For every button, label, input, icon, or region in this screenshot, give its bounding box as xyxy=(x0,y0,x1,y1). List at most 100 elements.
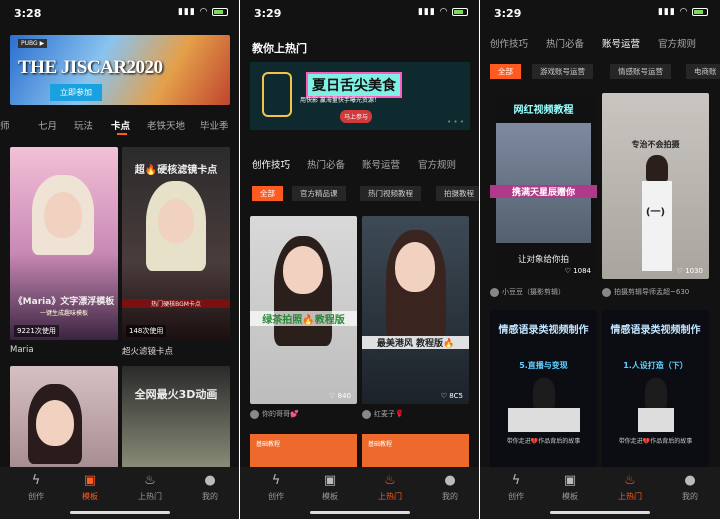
card-caption: 《Maria》文字漂浮模板 xyxy=(13,297,115,307)
card-mid-caption: 携满天星辰赠你 xyxy=(490,185,597,198)
template-card[interactable]: 超🔥硬核滤镜卡点 热门硬核BGM卡点 148次使用 xyxy=(122,147,230,340)
chip-all[interactable]: 全部 xyxy=(252,186,283,201)
card-tag: 基础教程 xyxy=(368,441,393,448)
tab-kadian[interactable]: 卡点 xyxy=(111,118,130,132)
card-bottom-caption: 带你走进💔作品背后的故事 xyxy=(506,438,581,445)
template-icon: ▣ xyxy=(83,473,97,488)
nav-label: 上热门 xyxy=(138,492,162,501)
fire-icon: ♨ xyxy=(144,473,156,488)
bottom-nav: ϟ 创作 ▣ 模板 ♨ 上热门 ● 我的 xyxy=(240,467,480,519)
nav-label: 模板 xyxy=(562,492,578,501)
nav-label: 我的 xyxy=(202,492,218,501)
chip-emotion-account[interactable]: 情感账号运营 xyxy=(610,64,671,79)
desk-shape xyxy=(508,408,580,432)
template-card[interactable] xyxy=(10,366,118,471)
card-title: 情感语录类视频制作 xyxy=(610,325,701,336)
tab-creation-tips[interactable]: 创作技巧 xyxy=(252,157,290,171)
nav-create[interactable]: ϟ 创作 xyxy=(252,473,300,502)
tab-july[interactable]: 七月 xyxy=(38,118,57,132)
nav-me[interactable]: ● 我的 xyxy=(186,473,234,502)
tab-hot-essentials[interactable]: 热门必备 xyxy=(546,36,584,50)
tutorial-card[interactable]: 专治不会拍摄 (一) ♡ 1030 xyxy=(602,93,709,279)
card-label: 超火滤镜卡点 xyxy=(122,347,174,357)
person-icon: ● xyxy=(444,473,456,488)
nav-create[interactable]: ϟ 创作 xyxy=(492,473,540,502)
status-icons: ▮▮▮ ◠ xyxy=(178,7,228,17)
bottom-nav: ϟ 创作 ▣ 模板 ♨ 上热门 ● 我的 xyxy=(480,467,720,519)
phone-screen-templates: 3:28 ▮▮▮ ◠ PUBG ▶ THE JISCAR2020 立即参加 师 … xyxy=(0,0,240,519)
tab-hot-essentials[interactable]: 热门必备 xyxy=(307,157,345,171)
join-button[interactable]: 立即参加 xyxy=(50,84,102,101)
nav-templates[interactable]: ▣ 模板 xyxy=(546,473,594,502)
like-count: ♡ 8C5 xyxy=(440,392,463,400)
card-caption: 最美港风 教程版🔥 xyxy=(362,336,469,349)
banner-title: THE JISCAR2020 xyxy=(18,57,163,78)
carousel-dots: • • • xyxy=(447,118,464,126)
nav-templates[interactable]: ▣ 模板 xyxy=(306,473,354,502)
game-screenshot xyxy=(496,123,591,243)
card-author[interactable]: 小豆豆（摄影剪辑） xyxy=(490,287,565,297)
tab-account-ops[interactable]: 账号运营 xyxy=(602,36,640,50)
chip-shooting-tutorial[interactable]: 拍摄教程 xyxy=(436,186,480,201)
tab-graduation[interactable]: 毕业季 xyxy=(200,118,229,132)
tab-gameplay[interactable]: 玩法 xyxy=(74,118,93,132)
tab-shi[interactable]: 师 xyxy=(0,118,10,132)
status-time: 3:29 xyxy=(494,7,522,20)
face-shape xyxy=(283,246,323,294)
nav-label: 创作 xyxy=(28,492,44,501)
card-bottom-caption: 让对象给你拍 xyxy=(517,255,569,265)
tab-account-ops[interactable]: 账号运营 xyxy=(362,157,400,171)
fire-icon: ♨ xyxy=(384,473,396,488)
tab-laotie[interactable]: 老铁天地 xyxy=(147,118,185,132)
nav-label: 创作 xyxy=(268,492,284,501)
author-name: 小豆豆（摄影剪辑） xyxy=(502,288,565,296)
nav-create[interactable]: ϟ 创作 xyxy=(12,473,60,502)
hair-shape xyxy=(533,378,555,408)
tutorial-card[interactable]: 情感语录类视频制作 1.人设打造（下） 带你走进💔作品背后的故事 xyxy=(602,310,709,470)
nav-trending[interactable]: ♨ 上热门 xyxy=(606,473,654,502)
status-icons: ▮▮▮ ◠ xyxy=(418,7,468,17)
status-bar: 3:29 ▮▮▮ ◠ xyxy=(240,0,480,26)
nav-templates[interactable]: ▣ 模板 xyxy=(66,473,114,502)
tutorial-card[interactable]: 绿茶拍照🔥教程版 ♡ 840 xyxy=(250,216,357,404)
chip-game-account[interactable]: 游戏账号运营 xyxy=(532,64,593,79)
tab-official-rules[interactable]: 官方规则 xyxy=(418,157,456,171)
tutorial-card[interactable]: 情感语录类视频制作 5.直播与变现 带你走进💔作品背后的故事 xyxy=(490,310,597,470)
status-icons: ▮▮▮ ◠ xyxy=(658,7,708,17)
promo-banner[interactable]: PUBG ▶ THE JISCAR2020 立即参加 xyxy=(10,35,230,105)
person-icon: ● xyxy=(684,473,696,488)
card-author[interactable]: 拍摄剪辑导师孟超~630 xyxy=(602,287,689,297)
template-card[interactable]: 《Maria》文字漂浮模板 一键生成趣味模板 9221次使用 xyxy=(10,147,118,340)
beer-neon-icon xyxy=(262,72,292,117)
template-card[interactable]: 全网最火3D动画 xyxy=(122,366,230,471)
nav-label: 上热门 xyxy=(378,492,402,501)
panel-divider xyxy=(479,0,480,519)
nav-me[interactable]: ● 我的 xyxy=(426,473,474,502)
usage-count: 148次使用 xyxy=(126,325,167,337)
chip-all[interactable]: 全部 xyxy=(490,64,521,79)
join-now-button[interactable]: 马上参与 xyxy=(340,110,373,123)
nav-trending[interactable]: ♨ 上热门 xyxy=(126,473,174,502)
card-label: Maria xyxy=(10,345,34,355)
nav-me[interactable]: ● 我的 xyxy=(666,473,714,502)
card-mid-caption: (一) xyxy=(645,207,666,218)
tutorial-card[interactable]: 最美港风 教程版🔥 ♡ 8C5 xyxy=(362,216,469,404)
status-bar: 3:29 ▮▮▮ ◠ xyxy=(480,0,720,26)
chip-hot-video-tutorial[interactable]: 热门视频教程 xyxy=(360,186,421,201)
status-time: 3:29 xyxy=(254,7,282,20)
like-count: ♡ 840 xyxy=(329,392,351,400)
card-caption: 绿茶拍照🔥教程版 xyxy=(250,311,357,326)
nav-trending[interactable]: ♨ 上热门 xyxy=(366,473,414,502)
tab-official-rules[interactable]: 官方规则 xyxy=(658,36,696,50)
tab-creation-tips[interactable]: 创作技巧 xyxy=(490,36,528,50)
chip-ecommerce[interactable]: 电商账 xyxy=(686,64,720,79)
home-indicator xyxy=(310,511,410,514)
like-count: ♡ 1030 xyxy=(676,267,703,275)
chip-official-course[interactable]: 官方精品课 xyxy=(292,186,346,201)
event-banner[interactable]: 夏日舌尖美食 用快影 赢海量快手曝光资源！ 马上参与 • • • xyxy=(250,62,470,130)
card-author[interactable]: 你的哥哥💕 xyxy=(250,409,299,419)
nav-label: 模板 xyxy=(82,492,98,501)
card-author[interactable]: 红麦子🌹 xyxy=(362,409,404,419)
avatar xyxy=(602,287,611,297)
tutorial-card[interactable]: 网红视频教程 携满天星辰赠你 让对象给你拍 ♡ 1084 xyxy=(490,93,597,279)
